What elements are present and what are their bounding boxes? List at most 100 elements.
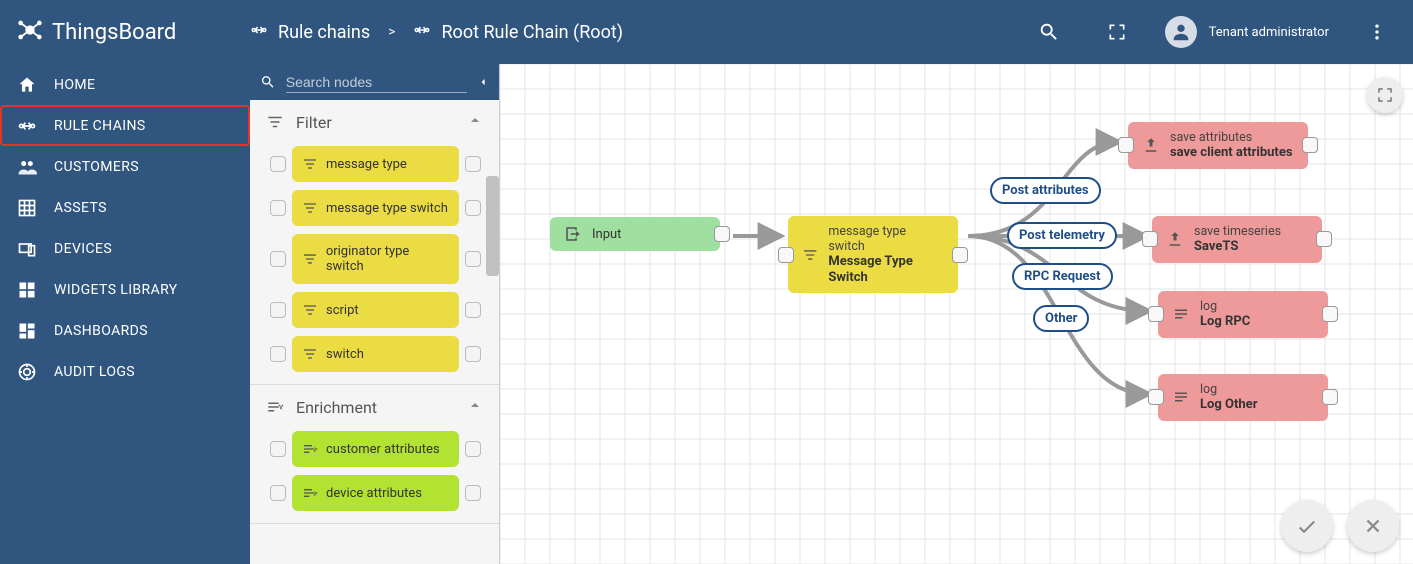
palette-node-label: originator type switch [326, 244, 449, 274]
scrollbar[interactable] [486, 176, 499, 276]
node-save-attributes[interactable]: save attributes save client attributes [1128, 122, 1308, 169]
discard-button[interactable] [1347, 500, 1399, 552]
category-enrichment-header[interactable]: Enrichment [250, 385, 499, 427]
sidebar-item-home[interactable]: HOME [0, 64, 250, 105]
node-type: message type switch [828, 224, 944, 254]
palette-node-script[interactable]: script [292, 292, 459, 328]
logo-icon [16, 16, 44, 48]
enrichment-icon [266, 398, 284, 416]
port-out[interactable] [1322, 389, 1338, 405]
rule-chain-icon [16, 116, 38, 136]
sidebar-item-label: HOME [54, 77, 95, 93]
search-button[interactable] [1029, 12, 1069, 52]
sidebar-item-label: RULE CHAINS [54, 118, 146, 134]
close-icon [1362, 515, 1384, 537]
breadcrumb-current[interactable]: Root Rule Chain (Root) [413, 21, 623, 44]
sidebar-item-customers[interactable]: CUSTOMERS [0, 146, 250, 187]
palette-node-label: message type [326, 157, 407, 172]
palette-node-message-type[interactable]: message type [292, 146, 459, 182]
port-out[interactable] [1322, 306, 1338, 322]
sidebar-item-assets[interactable]: ASSETS [0, 187, 250, 228]
sidebar-item-widgets[interactable]: WIDGETS LIBRARY [0, 269, 250, 310]
node-label: Input [592, 227, 621, 242]
edge-label-other[interactable]: Other [1033, 305, 1089, 332]
palette-node-message-type-switch[interactable]: message type switch [292, 190, 459, 226]
node-message-type-switch[interactable]: message type switch Message Type Switch [788, 216, 958, 293]
palette-node-label: device attributes [326, 486, 422, 501]
port-in[interactable] [1148, 306, 1164, 322]
sidebar-item-label: WIDGETS LIBRARY [54, 282, 178, 298]
filter-icon [302, 346, 318, 362]
customers-icon [16, 157, 38, 177]
port-out [465, 156, 481, 172]
dashboards-icon [16, 321, 38, 341]
node-name: Message Type Switch [828, 254, 944, 285]
assets-icon [16, 198, 38, 218]
port-out [465, 441, 481, 457]
fullscreen-button[interactable] [1097, 12, 1137, 52]
apply-button[interactable] [1281, 500, 1333, 552]
rule-chain-icon [413, 21, 431, 44]
port-out [465, 200, 481, 216]
widgets-icon [16, 280, 38, 300]
port-in [270, 156, 286, 172]
port-in[interactable] [1148, 389, 1164, 405]
canvas-fullscreen-button[interactable] [1367, 77, 1403, 113]
port-in[interactable] [1142, 231, 1158, 247]
check-icon [1295, 514, 1319, 538]
palette-node-device-attributes[interactable]: device attributes [292, 475, 459, 511]
log-icon [1172, 305, 1190, 323]
input-icon [564, 225, 582, 243]
node-log-rpc[interactable]: log Log RPC [1158, 291, 1328, 338]
chevron-left-icon[interactable] [477, 75, 489, 89]
category-filter-header[interactable]: Filter [250, 100, 499, 142]
breadcrumb-root-label: Rule chains [278, 22, 370, 43]
rule-canvas[interactable]: Post attributes Post telemetry RPC Reque… [500, 64, 1413, 564]
sidebar-item-label: DASHBOARDS [54, 323, 148, 339]
brand[interactable]: ThingsBoard [16, 16, 250, 48]
sidebar-item-dashboards[interactable]: DASHBOARDS [0, 310, 250, 351]
more-vert-icon [1367, 22, 1387, 42]
search-input[interactable] [286, 72, 467, 93]
palette-node-customer-attributes[interactable]: customer attributes [292, 431, 459, 467]
node-name: Log RPC [1200, 314, 1250, 330]
port-out [465, 485, 481, 501]
more-button[interactable] [1357, 12, 1397, 52]
user-menu[interactable]: Tenant administrator [1165, 16, 1329, 48]
topbar: ThingsBoard Rule chains > Root Rule Chai… [0, 0, 1413, 64]
filter-icon [302, 156, 318, 172]
port-in[interactable] [778, 247, 794, 263]
palette-node-label: customer attributes [326, 442, 440, 457]
node-input[interactable]: Input [550, 217, 720, 251]
port-in [270, 485, 286, 501]
sidebar-item-audit[interactable]: AUDIT LOGS [0, 351, 250, 392]
sidebar-item-label: AUDIT LOGS [54, 364, 135, 380]
breadcrumb-root[interactable]: Rule chains [250, 21, 370, 44]
node-log-other[interactable]: log Log Other [1158, 374, 1328, 421]
edge-label-post-attributes[interactable]: Post attributes [990, 177, 1101, 204]
breadcrumb-sep: > [388, 24, 395, 40]
port-out[interactable] [1302, 137, 1318, 153]
enrichment-icon [302, 485, 318, 501]
filter-icon [302, 302, 318, 318]
port-out[interactable] [952, 247, 968, 263]
sidebar-item-devices[interactable]: DEVICES [0, 228, 250, 269]
palette-node-originator-type-switch[interactable]: originator type switch [292, 234, 459, 284]
port-in [270, 441, 286, 457]
port-in[interactable] [1118, 137, 1134, 153]
edge-label-rpc-request[interactable]: RPC Request [1012, 263, 1113, 290]
palette-node-switch[interactable]: switch [292, 336, 459, 372]
port-out[interactable] [714, 226, 730, 242]
home-icon [16, 75, 38, 95]
avatar [1165, 16, 1197, 48]
search-icon [260, 73, 276, 91]
edge-label-post-telemetry[interactable]: Post telemetry [1007, 222, 1117, 249]
port-out[interactable] [1316, 231, 1332, 247]
node-save-timeseries[interactable]: save timeseries SaveTS [1152, 216, 1322, 263]
devices-icon [16, 239, 38, 259]
node-palette: Filter message type message type switch … [250, 64, 500, 564]
sidebar-item-rule-chains[interactable]: RULE CHAINS [0, 105, 250, 146]
node-type: log [1200, 382, 1257, 397]
palette-node-label: script [326, 303, 359, 318]
category-title: Filter [296, 113, 332, 132]
